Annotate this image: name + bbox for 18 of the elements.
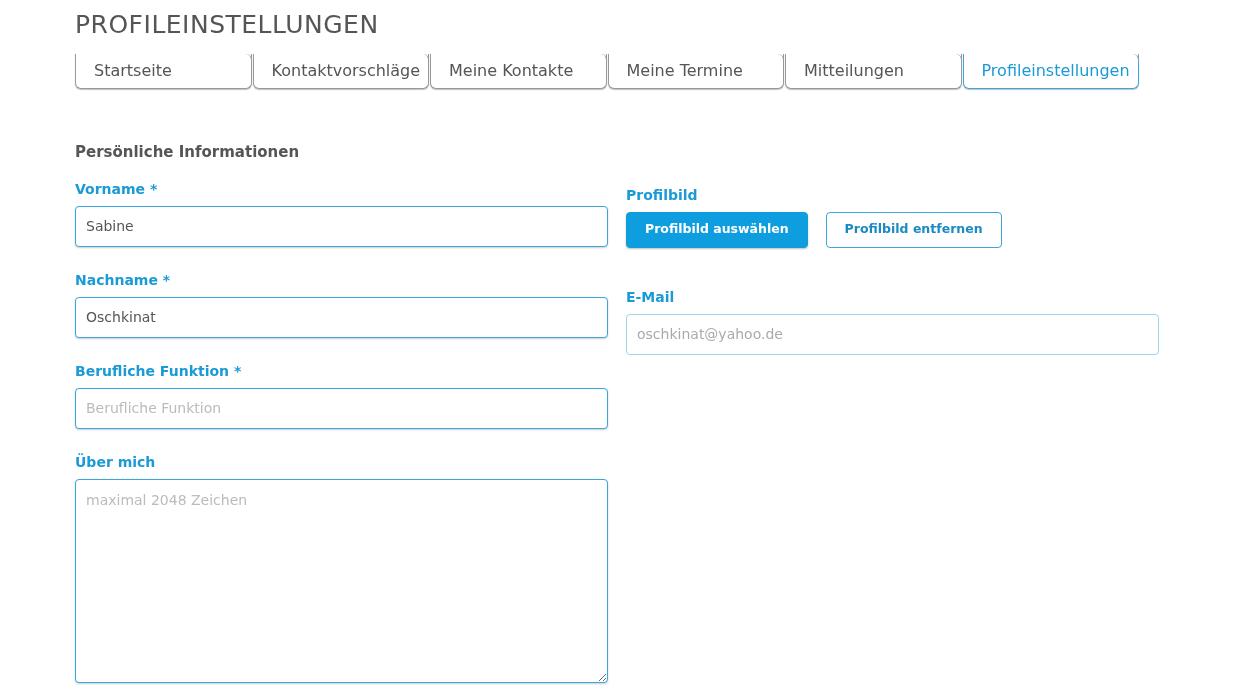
field-label: Nachname * — [75, 270, 172, 290]
input-field[interactable]: Oschkinat — [75, 296, 608, 338]
input-field[interactable]: Berufliche Funktion — [75, 387, 608, 429]
nav-tab[interactable]: Kontaktvorschläge — [252, 54, 429, 89]
nav-tab[interactable]: Meine Kontakte — [430, 54, 607, 89]
page-title: PROFILEINSTELLUNGEN — [75, 10, 380, 40]
input-field[interactable]: Sabine — [75, 205, 608, 247]
remove-picture-button[interactable]: Profilbild entfernen — [825, 211, 1002, 248]
section-heading: Persönliche Informationen — [75, 142, 301, 163]
nav-tab[interactable]: Mitteilungen — [785, 54, 962, 89]
field-label: Vorname * — [75, 179, 159, 199]
field-label: Über mich — [75, 452, 157, 472]
field-label: Profilbild — [626, 185, 699, 205]
field-label: E-Mail — [626, 287, 676, 307]
nav-tab[interactable]: Startseite — [75, 54, 252, 89]
field-label: Berufliche Funktion * — [75, 361, 243, 381]
text-area[interactable]: maximal 2048 Zeichen — [75, 478, 608, 683]
nav-tab[interactable]: Meine Termine — [607, 54, 784, 89]
